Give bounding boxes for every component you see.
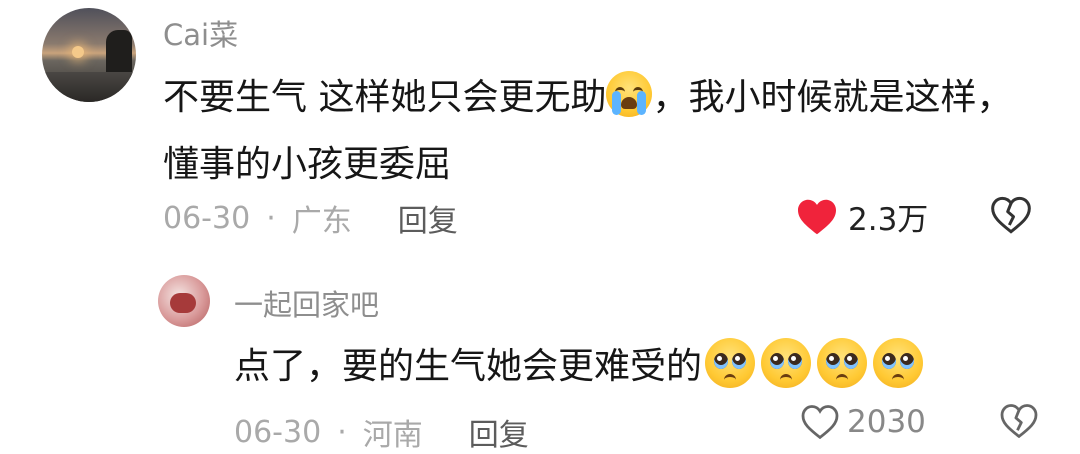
comment-date: 06-30 — [163, 200, 251, 236]
pleading-face-icon — [817, 338, 868, 388]
reply-location: 河南 — [362, 418, 423, 453]
comment-location: 广东 — [291, 204, 352, 239]
broken-heart-icon — [991, 196, 1031, 234]
reply-button[interactable]: 回复 — [398, 196, 458, 240]
reply-meta: 06-30 · 河南 回复 — [234, 410, 529, 454]
reply-text-body: 点了，要的生气她会更难受的 — [234, 346, 703, 387]
like-button[interactable]: 2.3万 — [796, 194, 928, 239]
dislike-button[interactable] — [991, 196, 1031, 238]
heart-outline-icon — [801, 405, 839, 439]
reply-reply-button[interactable]: 回复 — [469, 410, 529, 454]
avatar-shore — [42, 72, 136, 102]
reply-like-button[interactable]: 2030 — [801, 404, 926, 440]
reply-username[interactable]: 一起回家吧 — [234, 282, 379, 324]
pleading-face-icon — [705, 338, 756, 388]
pleading-face-icon — [873, 338, 924, 388]
like-count: 2.3万 — [848, 202, 929, 238]
comment-text-part1: 不要生气 这样她只会更无助 — [163, 77, 607, 118]
commenter-username[interactable]: Cai菜 — [163, 12, 238, 54]
reply-dislike-button[interactable] — [1000, 404, 1038, 442]
comment-meta: 06-30 · 广东 回复 — [163, 196, 458, 240]
comment-text: 不要生气 这样她只会更无助 ，我小时候就是这样，懂事的小孩更委屈 — [163, 64, 1043, 198]
meta-separator: · — [266, 200, 276, 236]
pleading-face-icon — [761, 338, 812, 388]
meta-separator: · — [337, 414, 347, 450]
reply-text: 点了，要的生气她会更难受的 — [234, 338, 926, 392]
reply-avatar[interactable] — [158, 275, 210, 327]
avatar-sun — [72, 46, 84, 58]
heart-icon — [798, 199, 836, 234]
avatar-figure — [170, 293, 196, 313]
loudly-crying-face-icon — [606, 71, 653, 117]
reply-date: 06-30 — [234, 414, 322, 450]
commenter-avatar[interactable] — [42, 8, 136, 102]
reply-like-count: 2030 — [847, 404, 926, 440]
broken-heart-icon — [1000, 404, 1038, 439]
